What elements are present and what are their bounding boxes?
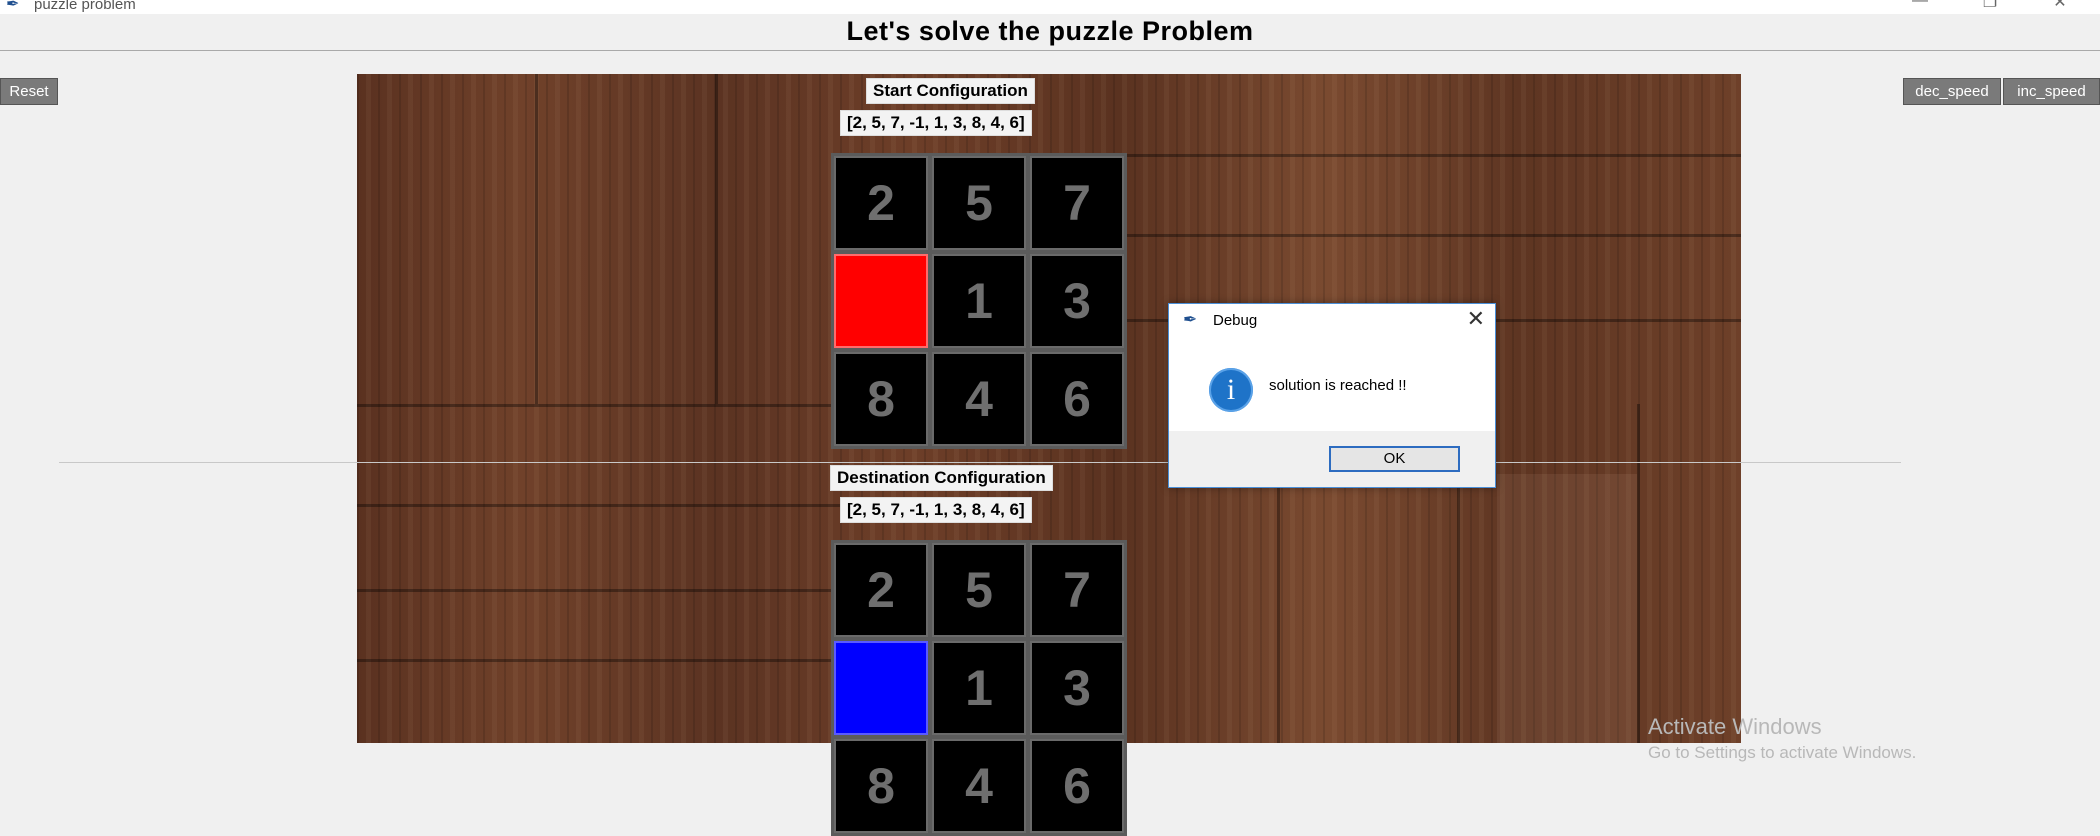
dialog-title: Debug xyxy=(1213,312,1258,329)
start-tile: 1 xyxy=(932,254,1026,348)
close-window-button[interactable]: ✕ xyxy=(2040,0,2080,12)
destination-tile: 8 xyxy=(834,739,928,833)
reset-button[interactable]: Reset xyxy=(0,78,58,105)
start-config-state: [2, 5, 7, -1, 1, 3, 8, 4, 6] xyxy=(840,110,1032,136)
destination-config-label: Destination Configuration xyxy=(830,465,1053,491)
plank-seam xyxy=(357,659,877,662)
dec-speed-button[interactable]: dec_speed xyxy=(1903,78,2001,105)
plank-seam xyxy=(1637,404,1640,743)
start-tile: 5 xyxy=(932,156,1026,250)
start-tile: 8 xyxy=(834,352,928,446)
destination-puzzle-grid: 2 5 7 1 3 8 4 6 xyxy=(831,540,1127,836)
destination-tile: 1 xyxy=(932,641,1026,735)
minimize-button[interactable]: — xyxy=(1900,0,1940,10)
start-tile: 3 xyxy=(1030,254,1124,348)
destination-tile: 5 xyxy=(932,543,1026,637)
destination-tile: 7 xyxy=(1030,543,1124,637)
plank-seam xyxy=(715,74,718,404)
plank-seam xyxy=(357,589,877,592)
start-tile: 7 xyxy=(1030,156,1124,250)
start-puzzle-grid: 2 5 7 1 3 8 4 6 xyxy=(831,153,1127,449)
destination-tile: 2 xyxy=(834,543,928,637)
dialog-message: solution is reached !! xyxy=(1269,377,1407,394)
destination-tile: 6 xyxy=(1030,739,1124,833)
destination-tile: 3 xyxy=(1030,641,1124,735)
start-config-label: Start Configuration xyxy=(866,78,1035,104)
start-tile: 4 xyxy=(932,352,1026,446)
title-divider xyxy=(0,50,2100,51)
page-title: Let's solve the puzzle Problem xyxy=(846,16,1254,46)
plank-seam xyxy=(1117,234,1741,237)
destination-config-state: [2, 5, 7, -1, 1, 3, 8, 4, 6] xyxy=(840,497,1032,523)
start-tile: 6 xyxy=(1030,352,1124,446)
start-tile: 2 xyxy=(834,156,928,250)
window-titlebar: ✒ puzzle problem — ❐ ✕ xyxy=(0,0,2100,14)
close-icon[interactable]: ✕ xyxy=(1467,306,1485,332)
destination-tile: 4 xyxy=(932,739,1026,833)
plank-seam xyxy=(1457,474,1460,743)
plank-seam xyxy=(1117,154,1741,157)
ok-button[interactable]: OK xyxy=(1329,446,1460,472)
info-icon: i xyxy=(1209,368,1253,412)
section-divider xyxy=(59,462,1901,463)
start-blank-tile xyxy=(834,254,928,348)
plank-seam xyxy=(357,504,877,507)
window-title: puzzle problem xyxy=(34,0,136,13)
feather-icon: ✒ xyxy=(1183,310,1198,329)
plank-highlight xyxy=(1497,474,1637,743)
activate-windows-title: Activate Windows xyxy=(1648,714,1822,739)
debug-dialog: ✒ Debug ✕ i solution is reached !! OK xyxy=(1168,303,1496,488)
activate-windows-subtitle: Go to Settings to activate Windows. xyxy=(1648,743,1917,762)
plank-seam xyxy=(1277,484,1280,743)
plank-seam xyxy=(535,74,538,404)
maximize-button[interactable]: ❐ xyxy=(1970,0,2010,12)
inc-speed-button[interactable]: inc_speed xyxy=(2003,78,2100,105)
plank-seam xyxy=(357,404,877,407)
feather-icon: ✒ xyxy=(6,0,20,13)
destination-blank-tile xyxy=(834,641,928,735)
